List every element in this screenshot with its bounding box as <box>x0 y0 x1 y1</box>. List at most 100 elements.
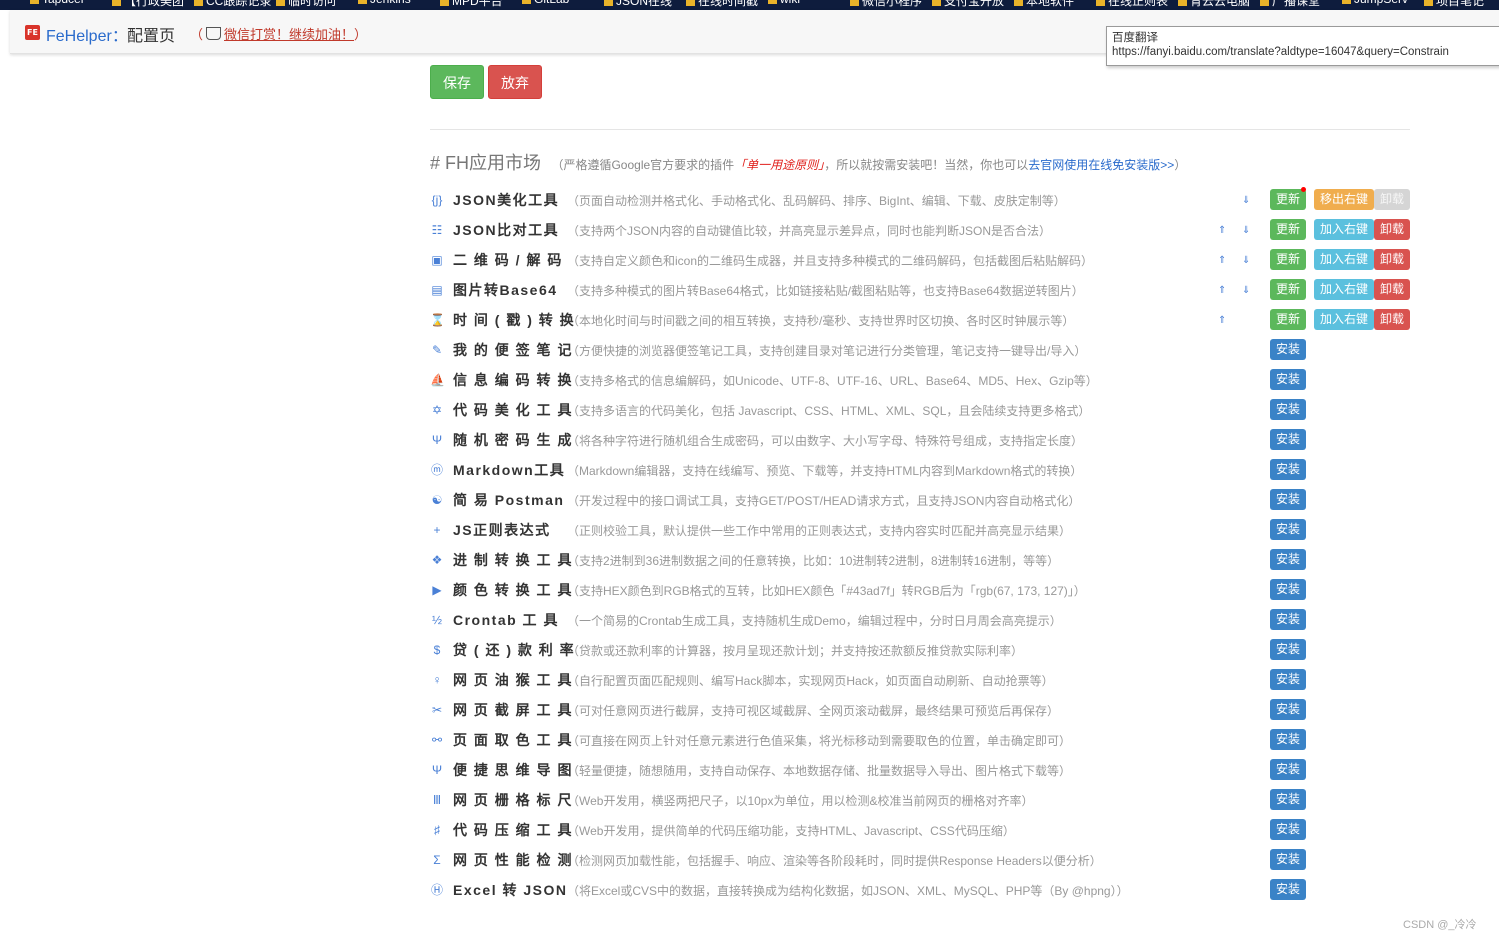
install-button[interactable]: 安装 <box>1270 759 1306 780</box>
install-button[interactable]: 安装 <box>1270 789 1306 810</box>
tool-row: ☯ 简 易 Postman （开发过程中的接口调试工具，支持GET/POST/HEA… <box>430 485 1410 515</box>
tool-name: 简 易 Postman <box>453 492 565 508</box>
uninstall-button[interactable]: 卸载 <box>1374 249 1410 270</box>
bookmark-favicon-icon <box>194 0 203 7</box>
install-button[interactable]: 安装 <box>1270 579 1306 600</box>
add-context-menu-button[interactable]: 加入右键 <box>1314 279 1374 300</box>
tool-row: ⓜ Markdown工具 （Markdown编辑器，支持在线编写、预览、下载等，并支… <box>430 455 1410 485</box>
install-button[interactable]: 安装 <box>1270 699 1306 720</box>
tool-row: ☷ JSON比对工具 （支持两个JSON内容的自动键值比较，并高亮显示差异点，同时也… <box>430 215 1410 245</box>
tool-name: 信 息 编 码 转 换 <box>453 372 573 388</box>
bookmark-item[interactable]: GitLab <box>522 0 569 6</box>
install-button[interactable]: 安装 <box>1270 369 1306 390</box>
market-section-title: # FH应用市场 （严格遵循Google官方要求的插件「单一用途原则」，所以就按… <box>430 149 1186 175</box>
tooltip-url: https://fanyi.baidu.com/translate?aldtyp… <box>1112 46 1449 58</box>
update-button[interactable]: 更新 <box>1270 309 1306 330</box>
tool-name: 网 页 栅 格 标 尺 <box>453 792 573 808</box>
install-button[interactable]: 安装 <box>1270 879 1306 900</box>
install-button[interactable]: 安装 <box>1270 519 1306 540</box>
tool-name: 贷 ( 还 ) 款 利 率 <box>453 642 576 658</box>
move-up-icon[interactable]: ⇑ <box>1218 251 1226 271</box>
install-button[interactable]: 安装 <box>1270 729 1306 750</box>
uninstall-button[interactable]: 卸载 <box>1374 279 1410 300</box>
market-heading: # FH应用市场 <box>430 153 542 173</box>
bookmark-item[interactable]: MPD平台 <box>440 0 503 9</box>
bookmark-item[interactable]: 【行政美团 <box>112 0 184 9</box>
play-icon: ▶ <box>432 583 442 597</box>
move-down-icon[interactable]: ⇓ <box>1242 281 1250 301</box>
tool-name: 网 页 性 能 检 测 <box>453 852 573 868</box>
tool-row: ✎ 我 的 便 签 笔 记（方便快捷的浏览器便签笔记工具，支持创建目录对笔记进行分… <box>430 335 1410 365</box>
update-button[interactable]: 更新 <box>1270 279 1306 300</box>
update-button[interactable]: 更新 <box>1270 189 1306 210</box>
remove-context-menu-button[interactable]: 移出右键 <box>1314 189 1374 210</box>
bookmark-item[interactable]: Tapdcer <box>30 0 85 6</box>
bookmark-item[interactable]: 临时访问 <box>276 0 336 9</box>
dollar-icon: $ <box>433 643 441 657</box>
install-button[interactable]: 安装 <box>1270 549 1306 570</box>
bookmark-favicon-icon <box>686 0 695 7</box>
tooltip-title: 百度翻译 <box>1112 32 1158 44</box>
tool-description: （本地化时间与时间戳之间的相互转换，支持秒/毫秒、支持世界时区切换、各时区时钟展… <box>567 314 1075 328</box>
bookmark-item[interactable]: CC跟踪记录 <box>194 0 271 9</box>
install-button[interactable]: 安装 <box>1270 459 1306 480</box>
discard-button[interactable]: 放弃 <box>488 65 542 99</box>
update-button[interactable]: 更新 <box>1270 249 1306 270</box>
tool-name: 网 页 截 屏 工 具 <box>453 702 573 718</box>
qrcode-icon: ▣ <box>431 253 443 267</box>
color-picker-icon: ⚯ <box>431 733 443 747</box>
tool-name: 进 制 转 换 工 具 <box>453 552 573 568</box>
donate-link-text[interactable]: 微信打赏！继续加油！ <box>224 27 354 42</box>
move-down-icon[interactable]: ⇓ <box>1242 191 1250 211</box>
online-version-link[interactable]: 去官网使用在线免安装版>> <box>1028 158 1174 172</box>
install-button[interactable]: 安装 <box>1270 639 1306 660</box>
bookmark-item[interactable]: 项目笔记 <box>1424 0 1484 9</box>
bookmark-favicon-icon <box>30 0 39 5</box>
install-button[interactable]: 安装 <box>1270 339 1306 360</box>
update-button[interactable]: 更新 <box>1270 219 1306 240</box>
install-button[interactable]: 安装 <box>1270 489 1306 510</box>
bookmark-item[interactable]: JSON在线 <box>604 0 672 9</box>
bookmark-item[interactable]: 在线时间戳 <box>686 0 758 9</box>
plus-icon: + <box>433 523 441 537</box>
tool-name: 图片转Base64 <box>453 282 558 298</box>
add-context-menu-button[interactable]: 加入右键 <box>1314 249 1374 270</box>
save-button[interactable]: 保存 <box>430 65 484 99</box>
tool-description: （Markdown编辑器，支持在线编写、预览、下载等，并支持HTML内容到Mar… <box>567 464 1083 478</box>
move-up-icon[interactable]: ⇑ <box>1218 281 1226 301</box>
bookmark-item[interactable]: 青云云电脑 <box>1178 0 1250 9</box>
uninstall-button: 卸载 <box>1374 189 1410 210</box>
bookmark-item[interactable]: wiki <box>768 0 800 6</box>
bookmark-item[interactable]: 微信小程序 <box>850 0 922 9</box>
add-context-menu-button[interactable]: 加入右键 <box>1314 309 1374 330</box>
move-down-icon[interactable]: ⇓ <box>1242 221 1250 241</box>
ruler-icon: Ⅲ <box>432 793 442 807</box>
install-button[interactable]: 安装 <box>1270 399 1306 420</box>
uninstall-button[interactable]: 卸载 <box>1374 309 1410 330</box>
market-note: （严格遵循Google官方要求的插件「单一用途原则」，所以就按需安装吧！当然，你… <box>551 158 1187 172</box>
move-up-icon[interactable]: ⇑ <box>1218 311 1226 331</box>
bookmark-item[interactable]: JumpServ <box>1342 0 1408 6</box>
install-button[interactable]: 安装 <box>1270 849 1306 870</box>
install-button[interactable]: 安装 <box>1270 429 1306 450</box>
bookmark-item[interactable]: Jenkins <box>358 0 411 6</box>
coffee-cup-icon <box>206 27 222 40</box>
tool-name: Crontab 工 具 <box>453 612 559 628</box>
tool-name: 代 码 压 缩 工 具 <box>453 822 573 838</box>
bookmark-item[interactable]: 本地软件 <box>1014 0 1074 9</box>
install-button[interactable]: 安装 <box>1270 819 1306 840</box>
add-context-menu-button[interactable]: 加入右键 <box>1314 219 1374 240</box>
bookmark-favicon-icon <box>1342 0 1351 5</box>
bookmark-item[interactable]: 支付宝开放 <box>932 0 1004 9</box>
install-button[interactable]: 安装 <box>1270 669 1306 690</box>
tool-description: （Web开发用，提供简单的代码压缩功能，支持HTML、Javascript、CS… <box>567 824 1015 838</box>
excel-icon: Ⓗ <box>430 883 443 897</box>
bookmark-favicon-icon <box>1178 0 1187 7</box>
update-badge <box>1301 187 1306 192</box>
install-button[interactable]: 安装 <box>1270 609 1306 630</box>
uninstall-button[interactable]: 卸载 <box>1374 219 1410 240</box>
bookmark-item[interactable]: 广播课堂 <box>1260 0 1320 9</box>
move-up-icon[interactable]: ⇑ <box>1218 221 1226 241</box>
bookmark-item[interactable]: 在线正则表 <box>1096 0 1168 9</box>
move-down-icon[interactable]: ⇓ <box>1242 251 1250 271</box>
